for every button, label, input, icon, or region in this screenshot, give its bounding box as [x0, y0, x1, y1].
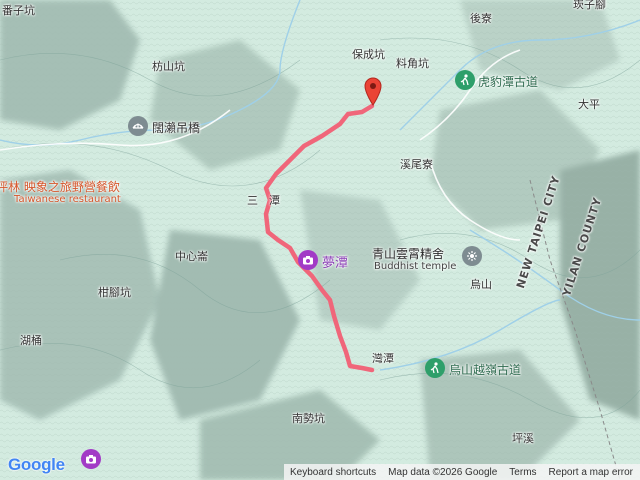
- poi-wushan-trail[interactable]: 烏山越嶺古道: [449, 361, 521, 378]
- place-label-liaojiaokeng: 料角坑: [396, 57, 429, 70]
- place-label-baochengkeng: 保成坑: [352, 48, 385, 61]
- place-label-kanzijiao: 崁子腳: [573, 0, 606, 11]
- camera-icon[interactable]: [81, 449, 101, 469]
- google-logo-text: Google: [8, 455, 65, 474]
- poi-temple-category: Buddhist temple: [374, 261, 457, 272]
- poi-guanlai-bridge[interactable]: 闊瀨吊橋: [152, 119, 200, 136]
- attribution-bar: Keyboard shortcuts Map data ©2026 Google…: [284, 464, 640, 480]
- place-label-santan: 三 潭: [247, 194, 280, 207]
- keyboard-shortcuts-link[interactable]: Keyboard shortcuts: [284, 467, 382, 478]
- temple-icon[interactable]: [462, 246, 482, 266]
- map-data-text: Map data ©2026 Google: [388, 466, 498, 478]
- hiking-trail-icon[interactable]: [455, 70, 475, 90]
- place-label-fangshankeng: 枋山坑: [152, 60, 185, 73]
- report-error-link[interactable]: Report a map error: [543, 467, 639, 478]
- place-label-fanzikeng: 番子坑: [2, 4, 35, 17]
- place-label-hutong: 湖桶: [20, 334, 42, 347]
- hiking-trail-icon[interactable]: [425, 358, 445, 378]
- place-label-zhongxinlun: 中心崙: [175, 250, 208, 263]
- poi-restaurant-category: Taiwanese restaurant: [14, 194, 121, 205]
- map-canvas[interactable]: 番子坑 後寮 崁子腳 保成坑 料角坑 枋山坑 大平 溪尾寮 三 潭 中心崙 柑腳…: [0, 0, 640, 480]
- place-label-pingxi: 坪溪: [512, 432, 534, 445]
- bridge-icon[interactable]: [128, 116, 148, 136]
- google-logo: Google: [8, 455, 65, 475]
- place-label-daping: 大平: [578, 98, 600, 111]
- location-marker-icon[interactable]: [364, 76, 382, 106]
- camera-icon[interactable]: [298, 250, 318, 270]
- place-label-wantan: 灣潭: [372, 352, 394, 365]
- place-label-ganjiaokeng: 柑腳坑: [98, 286, 131, 299]
- terrain-layer: [0, 0, 640, 480]
- place-label-nanshikeng: 南勢坑: [292, 412, 325, 425]
- place-label-houliao: 後寮: [470, 12, 492, 25]
- poi-hubaotan-trail[interactable]: 虎豹潭古道: [478, 73, 538, 90]
- poi-restaurant-label[interactable]: 坪林 映象之旅野營餐飲: [0, 178, 120, 195]
- poi-temple-label[interactable]: 青山雲霄精舍: [372, 245, 444, 262]
- terms-link[interactable]: Terms: [503, 467, 542, 478]
- place-label-wushan: 烏山: [470, 278, 492, 291]
- place-label-xiweiliao: 溪尾寮: [400, 158, 433, 171]
- poi-mengtan[interactable]: 夢潭: [322, 252, 348, 271]
